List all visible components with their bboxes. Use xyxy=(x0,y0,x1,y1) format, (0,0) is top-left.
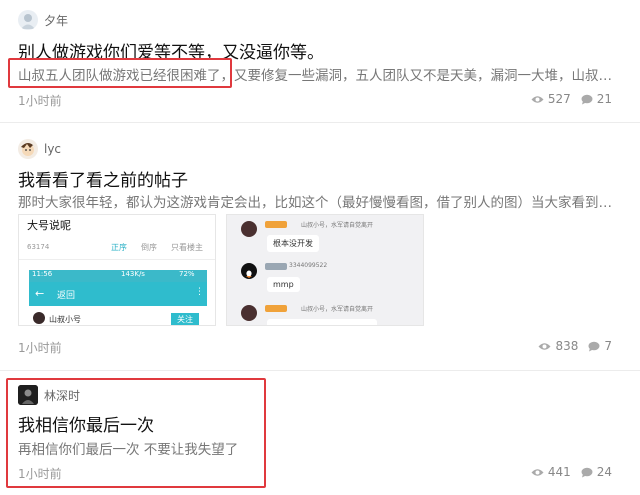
comment-icon xyxy=(581,467,593,477)
author-name: 夕年 xyxy=(44,13,69,28)
eye-icon xyxy=(531,95,544,103)
screenshot-qq: 3344099522 xyxy=(289,262,328,269)
screenshot-bubble: mmp xyxy=(267,277,300,292)
screenshot-appbar: ← 返回 ⋮ xyxy=(29,282,207,306)
comments-stat: 24 xyxy=(581,465,612,479)
post-excerpt: 那时大家很年轻，都认为这游戏肯定会出，比如这个（最好慢慢看图，借了别人的图）当大… xyxy=(18,195,618,211)
comments-count: 21 xyxy=(596,92,612,106)
comments-count: 24 xyxy=(596,465,612,479)
screenshot-status-bar: 11:56 143K/s 72% xyxy=(29,270,207,282)
post-time: 1小时前 xyxy=(18,94,62,108)
screenshot-avatar xyxy=(241,305,257,321)
screenshot-avatar xyxy=(241,221,257,237)
screenshot-tab-sort: 正序 xyxy=(111,243,127,252)
screenshot-avatar xyxy=(33,312,45,324)
eye-icon xyxy=(531,468,544,476)
screenshot-badge xyxy=(265,305,287,312)
post-author[interactable]: lyc xyxy=(18,138,61,160)
comments-stat: 21 xyxy=(581,92,612,106)
post-image[interactable]: 山叔小号，水军请自觉离开 根本没开发 3344099522 mmp 山叔小号，水… xyxy=(226,214,424,326)
views-stat: 838 xyxy=(538,339,578,353)
screenshot-bubble: 根本没开发 xyxy=(267,235,319,252)
author-name: lyc xyxy=(44,142,62,156)
comment-icon xyxy=(581,94,593,104)
post-stats: 838 7 xyxy=(528,339,612,353)
screenshot-badge xyxy=(265,263,287,270)
screenshot-back-label: 返回 xyxy=(57,291,76,301)
screenshot-status-time: 11:56 xyxy=(32,270,53,278)
post-stats: 527 21 xyxy=(521,92,612,106)
screenshot-bubble-cut xyxy=(267,319,377,325)
post-stats: 441 24 xyxy=(521,465,612,479)
screenshot-tab-reverse: 倒序 xyxy=(141,243,157,252)
screenshot-user: 山叔小号 xyxy=(49,315,81,324)
avatar xyxy=(18,139,38,159)
screenshot-user-line: 山叔小号，水军请自觉离开 xyxy=(301,306,374,313)
highlight-box xyxy=(8,58,232,88)
post-author[interactable]: 夕年 xyxy=(18,9,68,31)
screenshot-badge xyxy=(265,221,287,228)
views-stat: 527 xyxy=(531,92,571,106)
comment-icon xyxy=(588,341,600,351)
views-count: 441 xyxy=(547,465,571,479)
comments-stat: 7 xyxy=(588,339,612,353)
back-arrow-icon: ← xyxy=(35,287,45,300)
screenshot-tab-author: 只看楼主 xyxy=(171,243,203,252)
comments-count: 7 xyxy=(604,339,612,353)
screenshot-status-net: 143K/s xyxy=(121,270,145,278)
post-title[interactable]: 我看看了看之前的帖子 xyxy=(18,166,188,191)
post-time: 1小时前 xyxy=(18,341,62,355)
views-count: 527 xyxy=(547,92,571,106)
views-stat: 441 xyxy=(531,465,571,479)
screenshot-count: 63174 xyxy=(27,243,50,251)
post-image[interactable]: 大号说呢 63174 正序 倒序 只看楼主 11:56 143K/s 72% ←… xyxy=(18,214,216,326)
highlight-box xyxy=(6,378,266,488)
more-vert-icon: ⋮ xyxy=(195,287,204,297)
screenshot-header: 大号说呢 xyxy=(27,219,71,232)
eye-icon xyxy=(538,342,551,350)
screenshot-user-line: 山叔小号，水军请自觉离开 xyxy=(301,222,374,229)
qq-penguin-icon xyxy=(241,263,257,279)
avatar xyxy=(18,10,38,30)
screenshot-follow: 关注 xyxy=(171,313,199,325)
views-count: 838 xyxy=(555,339,579,353)
screenshot-status-battery: 72% xyxy=(179,270,195,278)
